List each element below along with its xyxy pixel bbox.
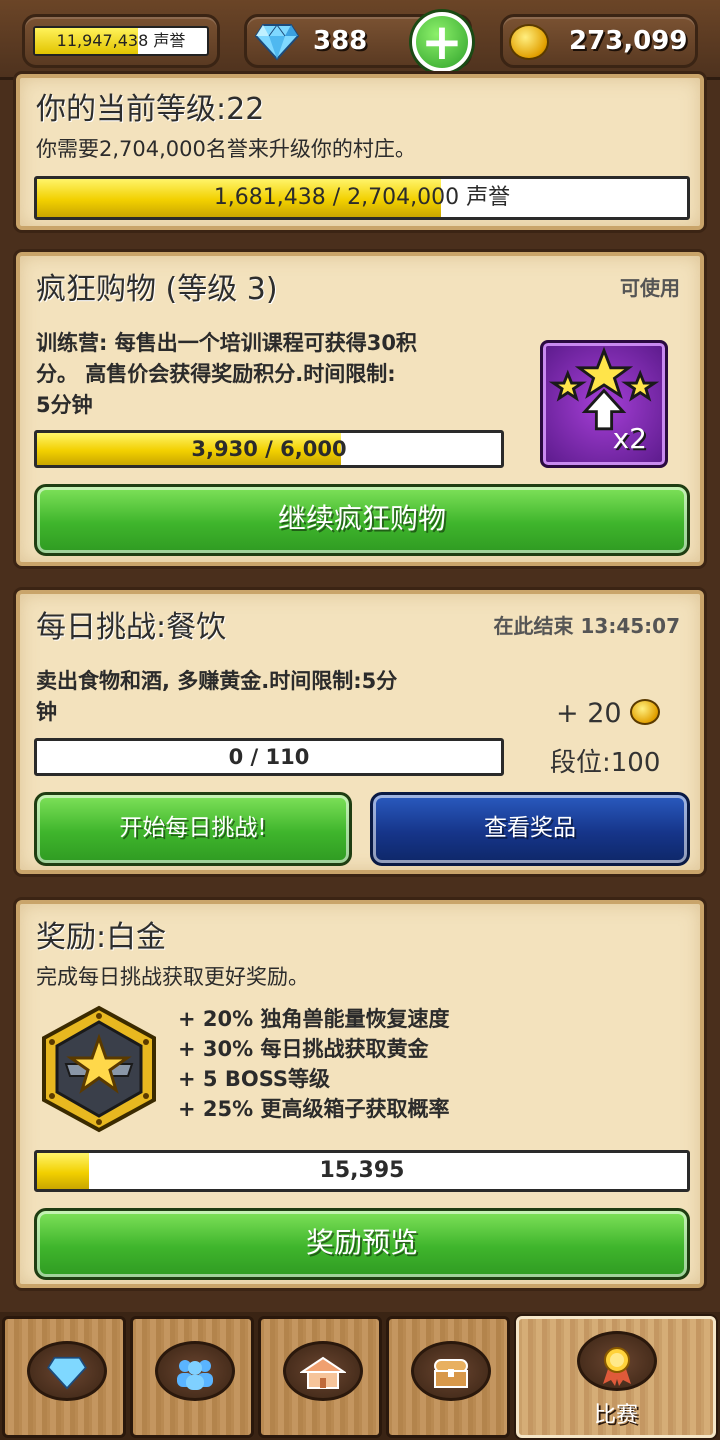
multiplier-label: x2 [612,422,647,455]
nav-tab-chest[interactable] [386,1316,510,1438]
reputation-text: 11,947,438 声誉 [35,28,207,54]
reward-bonus-item: + 25% 更高级箱子获取概率 [178,1097,450,1121]
frenzy-desc-line: 训练营: 每售出一个培训课程可获得30积 [36,331,417,355]
frenzy-progress-text: 3,930 / 6,000 [191,437,347,461]
reward-bonus-item: + 20% 独角兽能量恢复速度 [178,1007,450,1031]
village-icon [286,1356,360,1398]
daily-end-time: 在此结束 13:45:07 [493,614,680,638]
nav-icon-frame [577,1331,657,1391]
gold-coin-icon [630,699,661,725]
reputation-bar: 11,947,438 声誉 [33,26,209,56]
level-progress-unit: 声誉 [466,185,511,210]
gem-count: 388 [313,26,368,56]
nav-icon-frame [283,1341,363,1401]
daily-title: 每日挑战:餐饮 [36,610,227,645]
reward-preview-button[interactable]: 奖励预览 [34,1208,690,1280]
frenzy-progress-bar: 3,930 / 6,000 [34,430,504,468]
continue-frenzy-button[interactable]: 继续疯狂购物 [34,484,690,556]
daily-reward-amount: + 20 [556,698,622,729]
daily-rank: 段位:100 [550,748,661,778]
nav-icon-frame [155,1341,235,1401]
view-prizes-button[interactable]: 查看奖品 [370,792,690,866]
nav-icon-frame [411,1341,491,1401]
nav-tab-competition[interactable]: 比赛 [516,1316,716,1438]
reward-tier-panel: 奖励:白金 完成每日挑战获取更好奖励。 + 20% 独角兽能量恢复速度 + 30… [16,900,704,1288]
village-level-panel: 你的当前等级:22 你需要2,704,000名誉来升级你的村庄。 1,681,4… [16,74,704,230]
start-daily-challenge-button[interactable]: 开始每日挑战! [34,792,352,866]
nav-tab-village[interactable] [258,1316,382,1438]
daily-desc-line: 钟 [36,700,57,724]
add-gems-button[interactable]: + [412,12,472,72]
medal-icon [580,1346,654,1394]
bottom-navigation: 比赛 [0,1312,720,1440]
coin-count: 273,099 [569,26,688,56]
gem-icon [30,1356,104,1398]
daily-description: 卖出食物和酒, 多赚黄金.时间限制:5分 钟 [36,666,516,728]
level-title: 你的当前等级:22 [36,92,265,127]
people-icon [158,1356,232,1398]
reward-description: 完成每日挑战获取更好奖励。 [36,965,309,989]
level-progress-text: 1,681,438 / 2,704,000 声誉 [37,179,687,217]
gold-coin-icon [509,24,549,60]
reputation-unit: 声誉 [153,31,186,50]
nav-tab-gems[interactable] [2,1316,126,1438]
frenzy-title: 疯狂购物 (等级 3) [36,272,278,307]
shopping-frenzy-panel: 疯狂购物 (等级 3) 可使用 训练营: 每售出一个培训课程可获得30积 分。 … [16,252,704,566]
reward-bonus-item: + 30% 每日挑战获取黄金 [178,1037,429,1061]
reward-progress-bar: 15,395 [34,1150,690,1192]
top-resource-bar: 11,947,438 声誉 388 + 273,099 [0,0,720,80]
frenzy-status: 可使用 [620,276,680,300]
coin-counter[interactable]: 273,099 [500,14,698,68]
frenzy-desc-line: 分。 高售价会获得奖励积分.时间限制: [36,362,396,386]
frenzy-badge: x2 [540,340,668,468]
chest-icon [414,1356,488,1398]
nav-label-competition: 比赛 [593,1403,638,1428]
level-progress-value: 1,681,438 / 2,704,000 [213,185,460,210]
reputation-value: 11,947,438 [56,31,149,50]
diamond-icon [255,24,299,61]
reward-bonus-list: + 20% 独角兽能量恢复速度 + 30% 每日挑战获取黄金 + 5 BOSS等… [178,1004,449,1124]
reward-title: 奖励:白金 [36,920,167,955]
frenzy-desc-line: 5分钟 [36,393,93,417]
frenzy-description: 训练营: 每售出一个培训课程可获得30积 分。 高售价会获得奖励积分.时间限制:… [36,328,526,421]
daily-challenge-panel: 每日挑战:餐饮 在此结束 13:45:07 卖出食物和酒, 多赚黄金.时间限制:… [16,590,704,874]
platinum-medal-icon [42,1005,156,1133]
daily-progress-bar: 0 / 110 [34,738,504,776]
nav-icon-frame [27,1341,107,1401]
reward-bonus-item: + 5 BOSS等级 [178,1067,330,1091]
daily-desc-line: 卖出食物和酒, 多赚黄金.时间限制:5分 [36,669,398,693]
plus-icon: + [421,13,463,71]
daily-progress-text: 0 / 110 [228,745,310,769]
level-description: 你需要2,704,000名誉来升级你的村庄。 [36,137,416,161]
reputation-counter[interactable]: 11,947,438 声誉 [22,14,220,68]
daily-reward: + 20 [556,698,661,729]
level-progress-bar: 1,681,438 / 2,704,000 声誉 [34,176,690,220]
nav-tab-heroes[interactable] [130,1316,254,1438]
reward-progress-text: 15,395 [319,1158,405,1183]
